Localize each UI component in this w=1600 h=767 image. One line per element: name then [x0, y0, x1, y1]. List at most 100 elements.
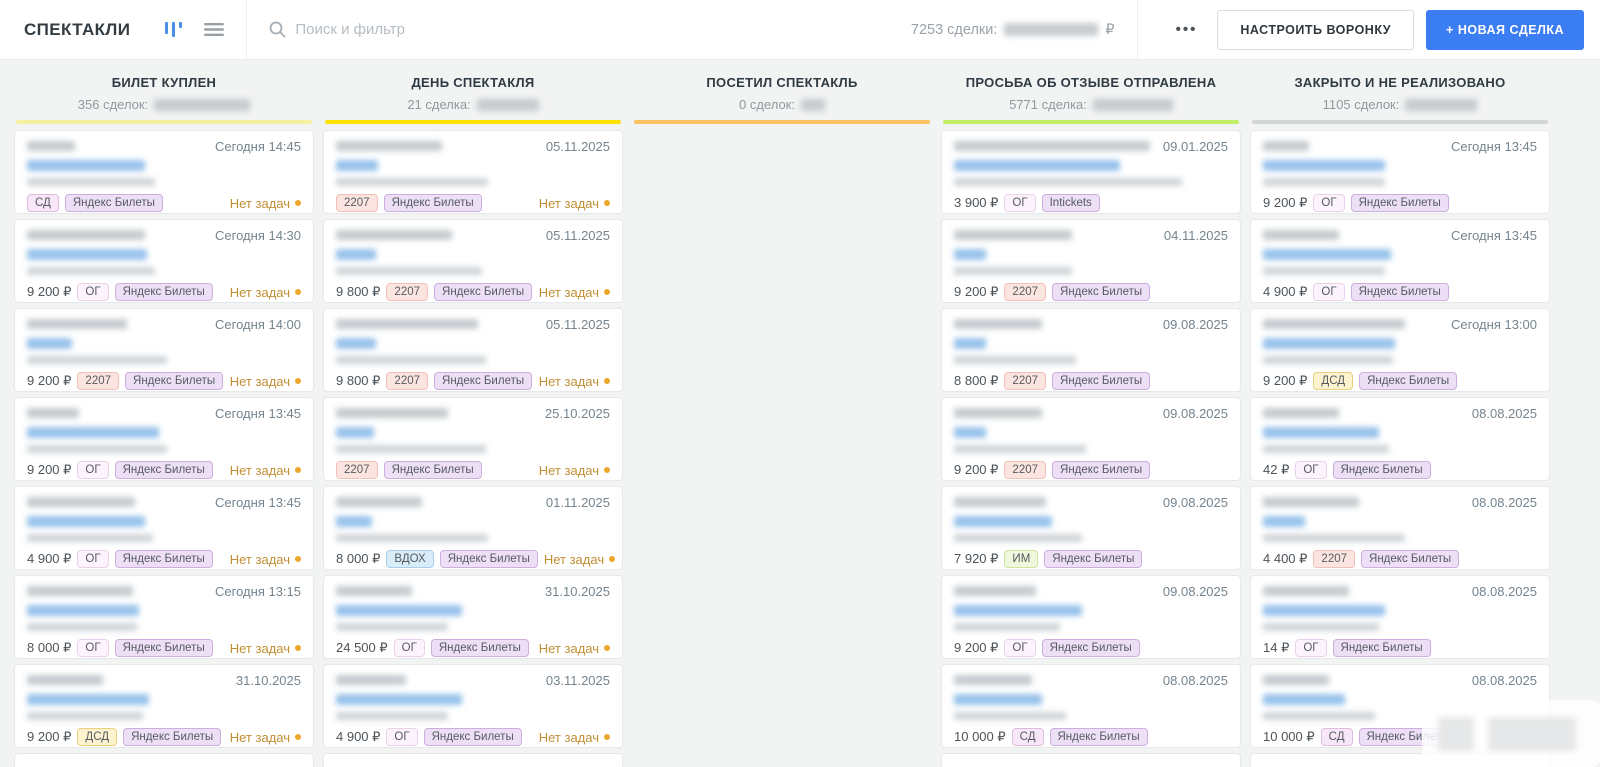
no-tasks-label[interactable]: Нет задач [539, 196, 610, 211]
no-tasks-label[interactable]: Нет задач [230, 463, 301, 478]
column-count-label: 0 сделок: [739, 97, 795, 112]
deal-card[interactable]: 08.08.2025 42 ₽ ОГ Яндекс Билеты [1250, 397, 1550, 481]
blurred-description [954, 178, 1182, 186]
task-status-dot [295, 467, 301, 473]
deal-card[interactable]: 03.11.2025 4 900 ₽ ОГ Яндекс Билеты Нет зада… [323, 664, 623, 748]
deal-card[interactable]: 09.08.2025 9 200 ₽ ОГ Яндекс Билеты [941, 575, 1241, 659]
deal-date: 09.08.2025 [1162, 406, 1228, 421]
no-tasks-label[interactable]: Нет задач [230, 552, 301, 567]
no-tasks-label[interactable]: Нет задач [543, 551, 616, 567]
no-tasks-label[interactable]: Нет задач [230, 730, 301, 745]
column-header: ПРОСЬБА ОБ ОТЗЫВЕ ОТПРАВЛЕНА 5771 сделка: [941, 60, 1241, 124]
card-top-row: 25.10.2025 [336, 406, 610, 421]
no-tasks-text: Нет задач [229, 373, 290, 389]
card-top-row: 08.08.2025 [1263, 406, 1537, 421]
no-tasks-label[interactable]: Нет задач [539, 374, 610, 389]
pipeline-column: ПРОСЬБА ОБ ОТЗЫВЕ ОТПРАВЛЕНА 5771 сделка:… [941, 60, 1241, 767]
deal-card[interactable]: 09.08.2025 7 920 ₽ ИМ Яндекс Билеты [941, 486, 1241, 570]
deal-date: 08.08.2025 [1162, 673, 1228, 688]
no-tasks-text: Нет задач [543, 551, 605, 567]
deal-price: 4 900 ₽ [1263, 284, 1308, 299]
deal-card[interactable]: Сегодня 13:45 9 200 ₽ ОГ Яндекс Билеты [1250, 130, 1550, 214]
blurred-contact-name [954, 497, 1046, 507]
no-tasks-label[interactable]: Нет задач [539, 641, 610, 656]
card-bottom-row: 42 ₽ ОГ Яндекс Билеты [1263, 460, 1537, 480]
card-bottom-row: 9 200 ₽ ОГ Яндекс Билеты [1263, 193, 1537, 213]
deal-price: 9 200 ₽ [1263, 373, 1308, 388]
deal-card[interactable]: Сегодня 13:45 4 900 ₽ ОГ Яндекс Билеты Нет з… [14, 486, 314, 570]
no-tasks-label[interactable]: Нет задач [230, 285, 301, 300]
column-count: 1105 сделок: [1250, 97, 1550, 112]
deal-card[interactable]: 01.11.2025 8 000 ₽ ВДОХ Яндекс Билеты Нет за… [323, 486, 623, 570]
column-title: ЗАКРЫТО И НЕ РЕАЛИЗОВАНО [1294, 75, 1506, 90]
stage-color-bar [325, 120, 621, 124]
deal-card[interactable]: Сегодня 13:45 9 200 ₽ ОГ Яндекс Билеты Нет з… [14, 397, 314, 481]
deal-card[interactable]: 08.08.2025 4 400 ₽ 2207 Яндекс Билеты [1250, 486, 1550, 570]
deal-price: 9 200 ₽ [27, 373, 72, 388]
deal-card[interactable]: 31.10.2025 24 500 ₽ ОГ Яндекс Билеты Нет зад… [323, 575, 623, 659]
kanban-view-icon[interactable] [164, 21, 184, 38]
new-deal-button[interactable]: + НОВАЯ СДЕЛКА [1426, 9, 1584, 50]
search-input[interactable] [295, 21, 616, 38]
deal-card[interactable]: 09.08.2025 9 200 ₽ 2207 Яндекс Билеты [941, 397, 1241, 481]
deal-tag: 2207 [1313, 550, 1356, 568]
no-tasks-text: Нет задач [538, 462, 599, 478]
deal-card-partial[interactable] [323, 753, 623, 767]
deal-card[interactable]: 08.08.2025 14 ₽ ОГ Яндекс Билеты [1250, 575, 1550, 659]
deal-card[interactable]: 09.08.2025 8 800 ₽ 2207 Яндекс Билеты [941, 308, 1241, 392]
deal-card[interactable]: Сегодня 13:00 9 200 ₽ ДСД Яндекс Билеты [1250, 308, 1550, 392]
deal-tag: Яндекс Билеты [383, 461, 482, 479]
deal-card[interactable]: 05.11.2025 9 800 ₽ 2207 Яндекс Билеты Нет за… [323, 219, 623, 303]
setup-funnel-button[interactable]: НАСТРОИТЬ ВОРОНКУ [1217, 9, 1415, 50]
deal-date: 08.08.2025 [1471, 495, 1537, 510]
task-status-dot [295, 556, 301, 562]
deal-card[interactable]: 25.10.2025 2207 Яндекс Билеты Нет задач [323, 397, 623, 481]
deal-date: Сегодня 14:30 [215, 228, 301, 243]
deal-tag: Яндекс Билеты [64, 194, 163, 212]
list-view-icon[interactable] [204, 22, 225, 37]
no-tasks-label[interactable]: Нет задач [539, 730, 610, 745]
deal-card-partial[interactable] [941, 753, 1241, 767]
deal-card[interactable]: Сегодня 14:00 9 200 ₽ 2207 Яндекс Билеты Нет… [14, 308, 314, 392]
card-top-row: Сегодня 14:00 [27, 317, 301, 332]
deal-card[interactable]: 09.01.2025 3 900 ₽ ОГ Intickets [941, 130, 1241, 214]
blurred-deal-title [27, 605, 139, 616]
deal-date: 31.10.2025 [235, 673, 301, 688]
deal-price: 9 200 ₽ [27, 462, 72, 477]
deal-card[interactable]: Сегодня 14:45 СД Яндекс Билеты Нет задач [14, 130, 314, 214]
stage-color-bar [634, 120, 930, 124]
search-filter[interactable] [269, 21, 616, 38]
deal-card[interactable]: 04.11.2025 9 200 ₽ 2207 Яндекс Билеты [941, 219, 1241, 303]
task-status-dot [295, 734, 301, 740]
blurred-description [336, 712, 448, 720]
no-tasks-label[interactable]: Нет задач [539, 285, 610, 300]
blurred-deal-title [954, 249, 986, 260]
blurred-contact-name [954, 319, 1042, 329]
no-tasks-label[interactable]: Нет задач [539, 463, 610, 478]
deal-tag: ОГ [77, 283, 109, 301]
no-tasks-label[interactable]: Нет задач [230, 196, 301, 211]
blurred-description [27, 623, 137, 631]
deal-card[interactable]: 31.10.2025 9 200 ₽ ДСД Яндекс Билеты Нет зад… [14, 664, 314, 748]
deals-summary: 7253 сделки: ₽ [911, 22, 1115, 38]
deal-date: Сегодня 14:00 [215, 317, 301, 332]
blurred-contact-name [336, 408, 448, 418]
deal-tag: ОГ [386, 728, 418, 746]
deal-card[interactable]: Сегодня 13:45 4 900 ₽ ОГ Яндекс Билеты [1250, 219, 1550, 303]
blurred-deal-title [1263, 427, 1379, 438]
more-options-button[interactable]: ••• [1156, 21, 1218, 38]
stage-color-bar [1252, 120, 1548, 124]
card-top-row: 09.08.2025 [954, 317, 1228, 332]
deal-card[interactable]: 05.11.2025 9 800 ₽ 2207 Яндекс Билеты Нет за… [323, 308, 623, 392]
deal-card[interactable]: Сегодня 14:30 9 200 ₽ ОГ Яндекс Билеты Нет з… [14, 219, 314, 303]
deal-card-partial[interactable] [14, 753, 314, 767]
no-tasks-label[interactable]: Нет задач [230, 374, 301, 389]
card-top-row: 09.08.2025 [954, 584, 1228, 599]
blurred-description [1263, 712, 1375, 720]
deal-tag: 2207 [386, 283, 429, 301]
deal-card[interactable]: 05.11.2025 2207 Яндекс Билеты Нет задач [323, 130, 623, 214]
no-tasks-label[interactable]: Нет задач [230, 641, 301, 656]
blurred-deal-title [336, 516, 372, 527]
deal-card[interactable]: 08.08.2025 10 000 ₽ СД Яндекс Билеты [941, 664, 1241, 748]
deal-card[interactable]: Сегодня 13:15 8 000 ₽ ОГ Яндекс Билеты Нет з… [14, 575, 314, 659]
